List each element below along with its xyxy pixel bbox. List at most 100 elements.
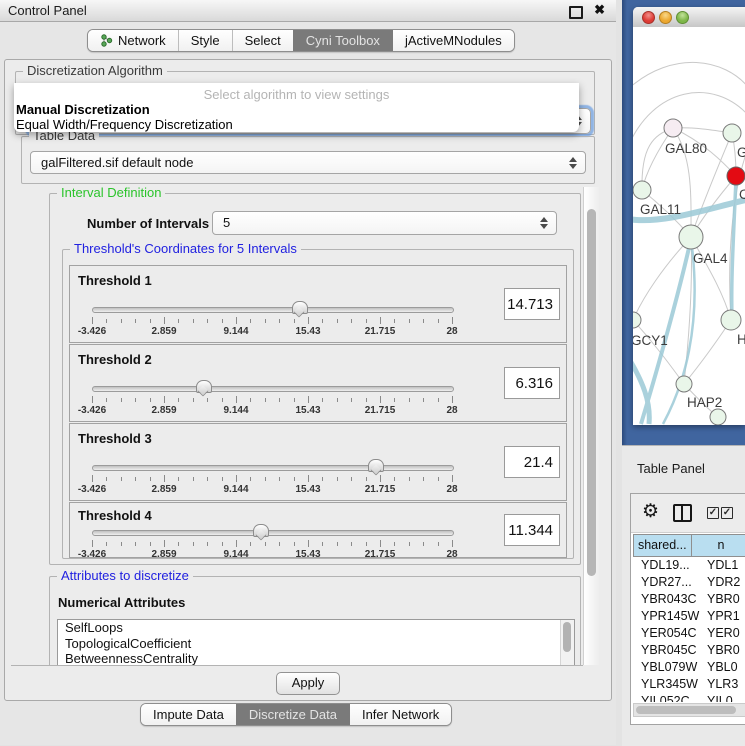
threshold-value-field[interactable]: 11.344 — [504, 514, 560, 546]
network-graph-canvas[interactable]: GAL80 GA C GAL11 GAL4 GCY1 H HAP2 — [633, 27, 745, 425]
tick-mark — [121, 319, 122, 323]
network-view-window[interactable]: GAL80 GA C GAL11 GAL4 GCY1 H HAP2 — [633, 7, 745, 425]
tick-mark — [438, 477, 439, 481]
close-icon[interactable]: ✖ — [594, 2, 605, 18]
slider-track[interactable] — [92, 465, 454, 471]
menu-item-manual-discretization[interactable]: Manual Discretization — [16, 102, 150, 117]
table-toolbar: ⚙ ✓ ✓ — [631, 494, 745, 533]
number-of-intervals-combobox[interactable]: 5 — [212, 211, 557, 235]
table-row[interactable]: YDR27...YDR2 — [633, 574, 745, 591]
column-view-icon[interactable] — [673, 504, 692, 522]
table-cell: YIL052C — [633, 693, 703, 702]
tick-mark — [92, 540, 93, 547]
table-cell: YDL19... — [633, 557, 703, 574]
network-view-frame: GAL80 GA C GAL11 GAL4 GCY1 H HAP2 — [622, 0, 745, 445]
slider-track[interactable] — [92, 386, 454, 392]
threshold-value-field[interactable]: 21.4 — [504, 446, 560, 478]
tick-label: 2.859 — [151, 484, 176, 495]
tick-mark — [423, 542, 424, 546]
tab-impute-data[interactable]: Impute Data — [141, 704, 236, 725]
numerical-attribute-item[interactable]: BetweennessCentrality — [58, 651, 574, 666]
table-row[interactable]: YER054CYER0 — [633, 625, 745, 642]
tick-label: -3.426 — [78, 484, 106, 495]
slider-handle[interactable] — [196, 380, 212, 393]
tick-mark — [308, 396, 309, 403]
table-cell: YER054C — [633, 625, 703, 642]
numerical-attributes-list[interactable]: SelfLoopsTopologicalCoefficientBetweenne… — [57, 619, 575, 666]
table-data-combobox[interactable]: galFiltered.sif default node — [30, 151, 586, 174]
table-panel: Table Panel ⚙ ✓ ✓ shared... n YDL19...YD… — [622, 445, 745, 746]
table-row[interactable]: YIL052CYIL0 — [633, 693, 745, 702]
column-header-shared[interactable]: shared... — [633, 534, 692, 557]
apply-button[interactable]: Apply — [276, 672, 340, 695]
tick-mark — [452, 396, 453, 403]
tab-infer-network[interactable]: Infer Network — [349, 704, 451, 725]
tab-label: Discretize Data — [249, 707, 337, 722]
tick-mark — [193, 398, 194, 402]
tab-label: Infer Network — [362, 707, 439, 722]
table-row[interactable]: YBR045CYBR0 — [633, 642, 745, 659]
minimize-traffic-light-icon[interactable] — [659, 11, 672, 24]
table-row[interactable]: YBL079WYBL0 — [633, 659, 745, 676]
threshold-value-field[interactable]: 6.316 — [504, 367, 560, 399]
tick-mark — [452, 540, 453, 547]
tick-label: 28 — [446, 484, 457, 495]
tab-select[interactable]: Select — [232, 30, 293, 51]
horizontal-scrollbar[interactable] — [633, 703, 745, 717]
tick-label: 9.144 — [223, 405, 248, 416]
tick-label: 15.43 — [295, 405, 320, 416]
table-row[interactable]: YLR345WYLR3 — [633, 676, 745, 693]
scrollbar-thumb[interactable] — [563, 622, 571, 652]
tick-mark — [366, 542, 367, 546]
table-row[interactable]: YPR145WYPR1 — [633, 608, 745, 625]
table-cell: YDR2 — [703, 574, 740, 591]
list-scrollbar[interactable] — [560, 620, 574, 666]
panel-title: Control Panel — [8, 3, 87, 18]
node-label-gcy1: GCY1 — [633, 333, 668, 348]
tab-style[interactable]: Style — [178, 30, 232, 51]
tick-mark — [265, 398, 266, 402]
tab-jactivemnodules[interactable]: jActiveMNodules — [392, 30, 514, 51]
scrollbar-thumb[interactable] — [587, 209, 596, 576]
tick-label: 15.43 — [295, 549, 320, 560]
column-header-name[interactable]: n — [692, 534, 745, 557]
slider-handle[interactable] — [368, 459, 384, 472]
slider-handle[interactable] — [292, 301, 308, 314]
threshold-label: Threshold 4 — [78, 508, 152, 523]
scrollbar-thumb[interactable] — [636, 706, 736, 714]
tick-mark — [351, 398, 352, 402]
tick-mark — [322, 542, 323, 546]
tick-label: 9.144 — [223, 326, 248, 337]
menu-item-equal-width-frequency[interactable]: Equal Width/Frequency Discretization — [16, 117, 233, 132]
tick-label: 21.715 — [365, 484, 396, 495]
slider-handle[interactable] — [253, 524, 269, 537]
slider-track[interactable] — [92, 307, 454, 313]
tick-mark — [438, 542, 439, 546]
slider-track[interactable] — [92, 530, 454, 536]
node-top-right — [723, 124, 741, 142]
float-window-icon[interactable] — [569, 6, 583, 19]
zoom-traffic-light-icon[interactable] — [676, 11, 689, 24]
tab-discretize-data[interactable]: Discretize Data — [236, 704, 349, 725]
numerical-attribute-item[interactable]: SelfLoops — [58, 620, 574, 636]
table-row[interactable]: YDL19...YDL1 — [633, 557, 745, 574]
control-panel: Control Panel ✖ NetworkStyleSelectCyni T… — [0, 0, 616, 745]
table-row[interactable]: YBR043CYBR0 — [633, 591, 745, 608]
tick-mark — [409, 398, 410, 402]
threshold-panel: Threshold 114.713-3.4262.8599.14415.4321… — [69, 265, 567, 343]
table-cell: YBR0 — [703, 591, 740, 608]
tick-mark — [265, 477, 266, 481]
vertical-scrollbar[interactable] — [583, 187, 599, 665]
bottom-tab-bar: Impute Data Discretize Data Infer Network — [140, 703, 452, 726]
checkbox-icon[interactable]: ✓ — [707, 507, 719, 519]
tick-mark — [222, 398, 223, 402]
close-traffic-light-icon[interactable] — [642, 11, 655, 24]
combo-arrows-icon — [540, 217, 548, 229]
tick-label-row: -3.4262.8599.14415.4321.71528 — [92, 405, 452, 417]
numerical-attribute-item[interactable]: TopologicalCoefficient — [58, 636, 574, 652]
tab-network[interactable]: Network — [88, 30, 178, 51]
tab-cyni-toolbox[interactable]: Cyni Toolbox — [293, 30, 392, 51]
checkbox-icon[interactable]: ✓ — [721, 507, 733, 519]
gear-icon[interactable]: ⚙ — [642, 500, 659, 523]
threshold-value-field[interactable]: 14.713 — [504, 288, 560, 320]
